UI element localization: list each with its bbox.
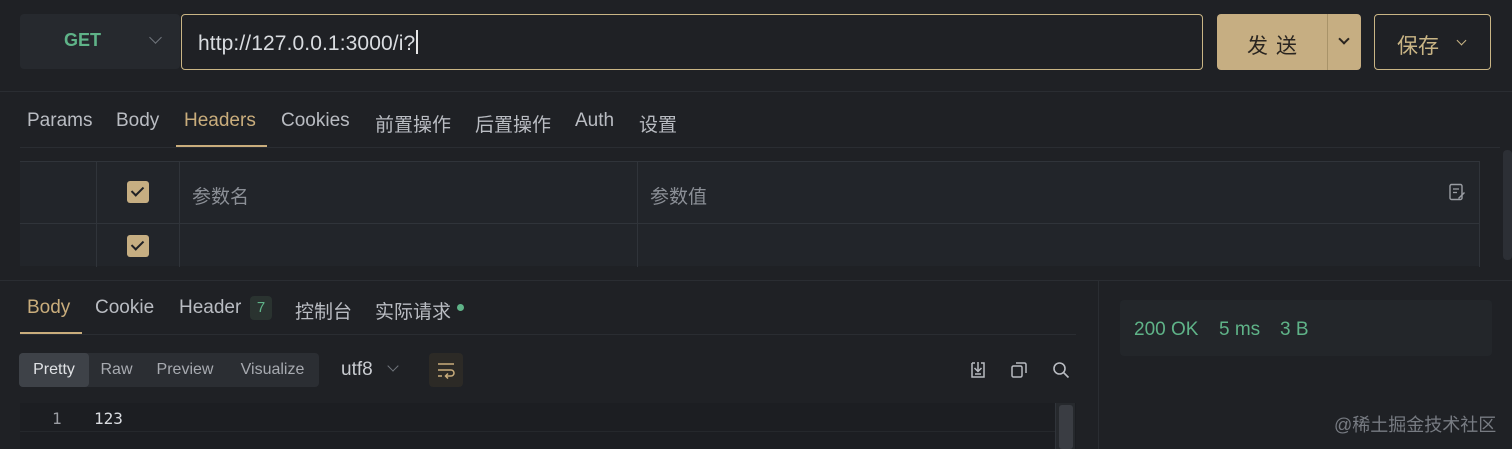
response-time: 5 ms bbox=[1219, 319, 1261, 340]
chevron-down-icon bbox=[387, 360, 399, 372]
encoding-select[interactable]: utf8 bbox=[341, 359, 373, 381]
send-button-group: 发送 bbox=[1217, 14, 1361, 70]
format-visualize-button[interactable]: Visualize bbox=[226, 353, 319, 387]
search-icon[interactable] bbox=[1052, 361, 1070, 379]
word-wrap-button[interactable] bbox=[429, 353, 463, 387]
response-tab-divider bbox=[20, 334, 1076, 335]
chevron-down-icon bbox=[1456, 35, 1467, 46]
header-count-badge: 7 bbox=[250, 296, 272, 320]
tab-settings[interactable]: 设置 bbox=[639, 110, 677, 137]
line-content: 123 bbox=[94, 409, 123, 428]
send-label: 发送 bbox=[1247, 35, 1305, 58]
chevron-down-icon bbox=[1338, 33, 1350, 45]
line-number: 1 bbox=[52, 409, 62, 428]
url-bar: GET http://127.0.0.1:3000/i? 发送 保存 bbox=[0, 0, 1512, 92]
url-input[interactable]: http://127.0.0.1:3000/i? bbox=[181, 14, 1203, 70]
format-raw-button[interactable]: Raw bbox=[89, 353, 144, 387]
download-icon[interactable] bbox=[969, 361, 987, 379]
word-wrap-icon bbox=[438, 363, 455, 379]
format-pretty-button[interactable]: Pretty bbox=[19, 353, 89, 387]
send-button[interactable]: 发送 bbox=[1217, 14, 1327, 70]
scrollbar[interactable] bbox=[1503, 150, 1512, 260]
url-text: http://127.0.0.1:3000/i? bbox=[198, 30, 418, 56]
header-name-input[interactable] bbox=[180, 224, 637, 267]
status-code: 200 OK bbox=[1134, 319, 1199, 340]
column-divider bbox=[96, 162, 97, 267]
method-label: GET bbox=[64, 30, 102, 50]
editor-line-guide bbox=[20, 431, 1056, 432]
response-body-editor[interactable]: 1 123 bbox=[20, 403, 1076, 449]
select-all-checkbox[interactable] bbox=[127, 181, 149, 203]
header-value-input[interactable] bbox=[638, 224, 1479, 267]
save-label: 保存 bbox=[1397, 35, 1439, 58]
panel-divider[interactable] bbox=[0, 280, 1512, 281]
response-tab-header[interactable]: Header bbox=[179, 297, 241, 319]
status-dot bbox=[457, 304, 464, 311]
watermark: @稀土掘金技术社区 bbox=[1334, 415, 1497, 435]
column-header-name: 参数名 bbox=[192, 187, 250, 208]
response-tab-cookie[interactable]: Cookie bbox=[95, 297, 154, 319]
tab-body[interactable]: Body bbox=[116, 110, 159, 132]
method-select[interactable]: GET bbox=[20, 14, 180, 69]
chevron-down-icon bbox=[149, 31, 162, 44]
tab-auth[interactable]: Auth bbox=[575, 110, 614, 132]
scrollbar-thumb[interactable] bbox=[1059, 405, 1073, 449]
column-divider bbox=[1479, 162, 1480, 267]
tab-pre-script[interactable]: 前置操作 bbox=[375, 110, 451, 137]
headers-table: 参数名 参数值 bbox=[20, 161, 1480, 267]
tab-post-script[interactable]: 后置操作 bbox=[475, 110, 551, 137]
response-tab-console[interactable]: 控制台 bbox=[295, 297, 352, 324]
bulk-edit-icon[interactable] bbox=[1449, 183, 1465, 201]
tab-headers[interactable]: Headers bbox=[184, 110, 256, 132]
format-preview-button[interactable]: Preview bbox=[144, 353, 226, 387]
tab-divider bbox=[20, 147, 1500, 148]
response-tab-body[interactable]: Body bbox=[27, 297, 70, 319]
panel-divider-vertical[interactable] bbox=[1098, 281, 1099, 449]
column-header-value: 参数值 bbox=[650, 187, 708, 208]
save-button[interactable]: 保存 bbox=[1374, 14, 1491, 70]
editor-scrollbar[interactable] bbox=[1055, 403, 1075, 449]
row-checkbox[interactable] bbox=[127, 235, 149, 257]
response-tab-actual-request[interactable]: 实际请求 bbox=[375, 297, 451, 324]
tab-cookies[interactable]: Cookies bbox=[281, 110, 350, 132]
copy-icon[interactable] bbox=[1010, 361, 1028, 379]
response-size: 3 B bbox=[1280, 319, 1309, 340]
tab-params[interactable]: Params bbox=[27, 110, 92, 132]
send-options-button[interactable] bbox=[1328, 14, 1361, 70]
format-switcher: Pretty Raw Preview Visualize bbox=[19, 353, 319, 387]
